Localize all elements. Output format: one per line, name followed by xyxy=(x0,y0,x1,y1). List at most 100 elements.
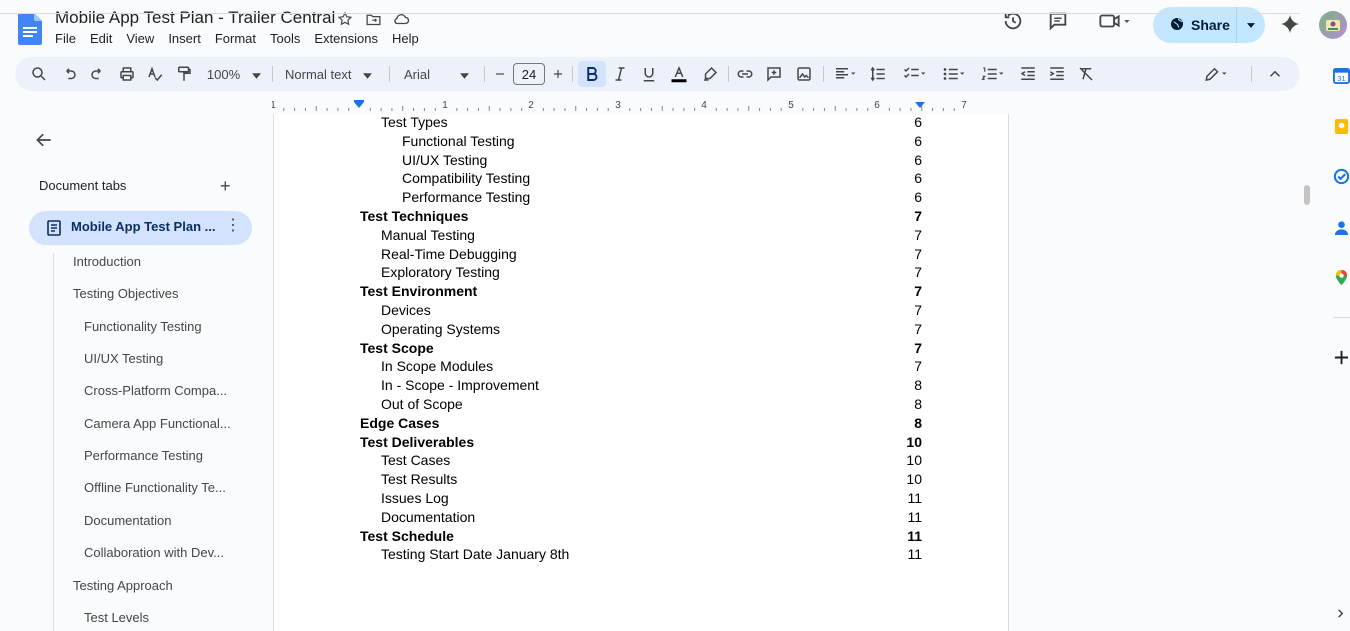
first-line-indent-marker[interactable] xyxy=(354,100,364,102)
share-dropdown-icon[interactable] xyxy=(1237,22,1265,28)
calendar-icon[interactable]: 31 xyxy=(1333,67,1350,89)
comments-icon[interactable] xyxy=(1047,10,1069,37)
font-size-input[interactable]: 24 xyxy=(513,63,545,85)
outline-item[interactable]: Testing Objectives xyxy=(73,286,179,301)
toc-entry-page: 8 xyxy=(914,396,922,412)
right-indent-marker[interactable] xyxy=(915,102,925,108)
toc-entry-title: Real-Time Debugging xyxy=(381,245,517,262)
line-spacing-icon[interactable] xyxy=(868,64,888,84)
text-color-icon[interactable] xyxy=(668,64,690,84)
paint-format-icon[interactable] xyxy=(174,64,194,84)
toc-entry[interactable]: Compatibility Testing 6 xyxy=(274,170,1010,189)
menu-tools[interactable]: Tools xyxy=(270,31,300,46)
menu-edit[interactable]: Edit xyxy=(90,31,112,46)
insert-image-icon[interactable] xyxy=(794,64,814,84)
outline-item[interactable]: Performance Testing xyxy=(84,448,203,463)
toc-entry[interactable]: Real-Time Debugging 7 xyxy=(274,246,1010,265)
menu-extensions[interactable]: Extensions xyxy=(314,31,378,46)
editing-mode-icon[interactable] xyxy=(1199,64,1233,84)
toc-entry[interactable]: Test Deliverables 10 xyxy=(274,434,1010,453)
outline-item[interactable]: Collaboration with Dev... xyxy=(84,545,224,560)
decrease-indent-icon[interactable] xyxy=(1018,64,1038,84)
increase-font-size-icon[interactable] xyxy=(551,64,565,84)
font-select[interactable]: Arial xyxy=(404,64,474,84)
increase-indent-icon[interactable] xyxy=(1047,64,1067,84)
outline-item[interactable]: UI/UX Testing xyxy=(84,351,163,366)
outline-item[interactable]: Offline Functionality Te... xyxy=(84,480,226,495)
keep-icon[interactable] xyxy=(1333,118,1350,140)
outline-item[interactable]: Testing Approach xyxy=(73,578,173,593)
toc-entry[interactable]: UI/UX Testing 6 xyxy=(274,152,1010,171)
collapse-toolbar-icon[interactable] xyxy=(1265,64,1285,84)
zoom-select[interactable]: 100% xyxy=(205,64,263,84)
toc-entry[interactable]: Performance Testing 6 xyxy=(274,189,1010,208)
maps-icon[interactable] xyxy=(1333,269,1350,291)
outline-item[interactable]: Functionality Testing xyxy=(84,319,202,334)
outline-item[interactable]: Documentation xyxy=(84,513,171,528)
tasks-icon[interactable] xyxy=(1333,168,1350,190)
docs-logo-icon[interactable] xyxy=(18,13,42,45)
bold-button[interactable] xyxy=(582,64,602,84)
add-comment-icon[interactable] xyxy=(764,64,784,84)
meet-icon[interactable] xyxy=(1097,10,1133,37)
avatar[interactable] xyxy=(1319,11,1347,39)
spellcheck-icon[interactable] xyxy=(145,64,165,84)
decrease-font-size-icon[interactable] xyxy=(493,64,507,84)
toc-entry[interactable]: Exploratory Testing 7 xyxy=(274,264,1010,283)
toc-entry[interactable]: Test Schedule 11 xyxy=(274,528,1010,547)
redo-icon[interactable] xyxy=(88,64,108,84)
menu-view[interactable]: View xyxy=(126,31,154,46)
menu-format[interactable]: Format xyxy=(215,31,256,46)
version-history-icon[interactable] xyxy=(1002,10,1024,37)
search-menus-icon[interactable] xyxy=(29,64,49,84)
document-title[interactable]: Mobile App Test Plan - Trailer Central xyxy=(55,8,335,28)
left-indent-marker[interactable] xyxy=(354,102,364,108)
toc-entry[interactable]: Testing Start Date January 8th 11 xyxy=(274,546,1010,565)
toc-entry[interactable]: In Scope Modules 7 xyxy=(274,358,1010,377)
checklist-icon[interactable] xyxy=(899,64,931,84)
menu-help[interactable]: Help xyxy=(392,31,419,46)
contacts-icon[interactable] xyxy=(1333,219,1350,241)
toc-entry[interactable]: Test Environment 7 xyxy=(274,283,1010,302)
gemini-icon[interactable] xyxy=(1279,13,1301,40)
menu-insert[interactable]: Insert xyxy=(168,31,201,46)
undo-icon[interactable] xyxy=(59,64,79,84)
toc-entry[interactable]: Edge Cases 8 xyxy=(274,415,1010,434)
clear-formatting-icon[interactable] xyxy=(1076,64,1096,84)
outline-item[interactable]: Cross-Platform Compa... xyxy=(84,383,227,398)
print-icon[interactable] xyxy=(117,64,137,84)
vertical-scrollbar[interactable] xyxy=(1304,185,1310,205)
toc-entry[interactable]: In - Scope - Improvement 8 xyxy=(274,377,1010,396)
menu-file[interactable]: File xyxy=(55,31,76,46)
toc-entry[interactable]: Test Scope 7 xyxy=(274,340,1010,359)
underline-icon[interactable] xyxy=(639,64,659,84)
back-arrow-icon[interactable] xyxy=(34,130,54,150)
toc-entry[interactable]: Functional Testing 6 xyxy=(274,133,1010,152)
outline-item[interactable]: Introduction xyxy=(73,254,141,269)
highlight-color-icon[interactable] xyxy=(700,64,720,84)
toc-entry[interactable]: Issues Log 11 xyxy=(274,490,1010,509)
toc-entry[interactable]: Test Cases 10 xyxy=(274,452,1010,471)
toc-entry[interactable]: Documentation 11 xyxy=(274,509,1010,528)
toc-entry[interactable]: Test Results 10 xyxy=(274,471,1010,490)
style-select[interactable]: Normal text xyxy=(285,64,380,84)
horizontal-ruler[interactable]: 1 1 2 3 4 5 6 7 xyxy=(270,98,1009,112)
toc-entry[interactable]: Operating Systems 7 xyxy=(274,321,1010,340)
tab-options-icon[interactable]: ⋮ xyxy=(225,218,241,234)
toc-entry[interactable]: Devices 7 xyxy=(274,302,1010,321)
add-tab-button[interactable]: + xyxy=(220,177,231,195)
toc-entry[interactable]: Test Types 6 xyxy=(274,114,1010,133)
outline-item[interactable]: Test Levels xyxy=(84,610,149,625)
outline-item[interactable]: Camera App Functional... xyxy=(84,416,231,431)
add-addon-icon[interactable] xyxy=(1333,349,1350,371)
toc-entry[interactable]: Test Techniques 7 xyxy=(274,208,1010,227)
align-icon[interactable] xyxy=(830,64,860,84)
document-page[interactable]: Test Types 6 Functional Testing 6 UI/UX Test… xyxy=(273,114,1009,631)
italic-icon[interactable] xyxy=(610,64,630,84)
expand-side-panel-icon[interactable] xyxy=(1335,606,1346,624)
numbered-list-icon[interactable] xyxy=(977,64,1009,84)
insert-link-icon[interactable] xyxy=(735,64,755,84)
toc-entry[interactable]: Out of Scope 8 xyxy=(274,396,1010,415)
toc-entry[interactable]: Manual Testing 7 xyxy=(274,227,1010,246)
bulleted-list-icon[interactable] xyxy=(938,64,970,84)
